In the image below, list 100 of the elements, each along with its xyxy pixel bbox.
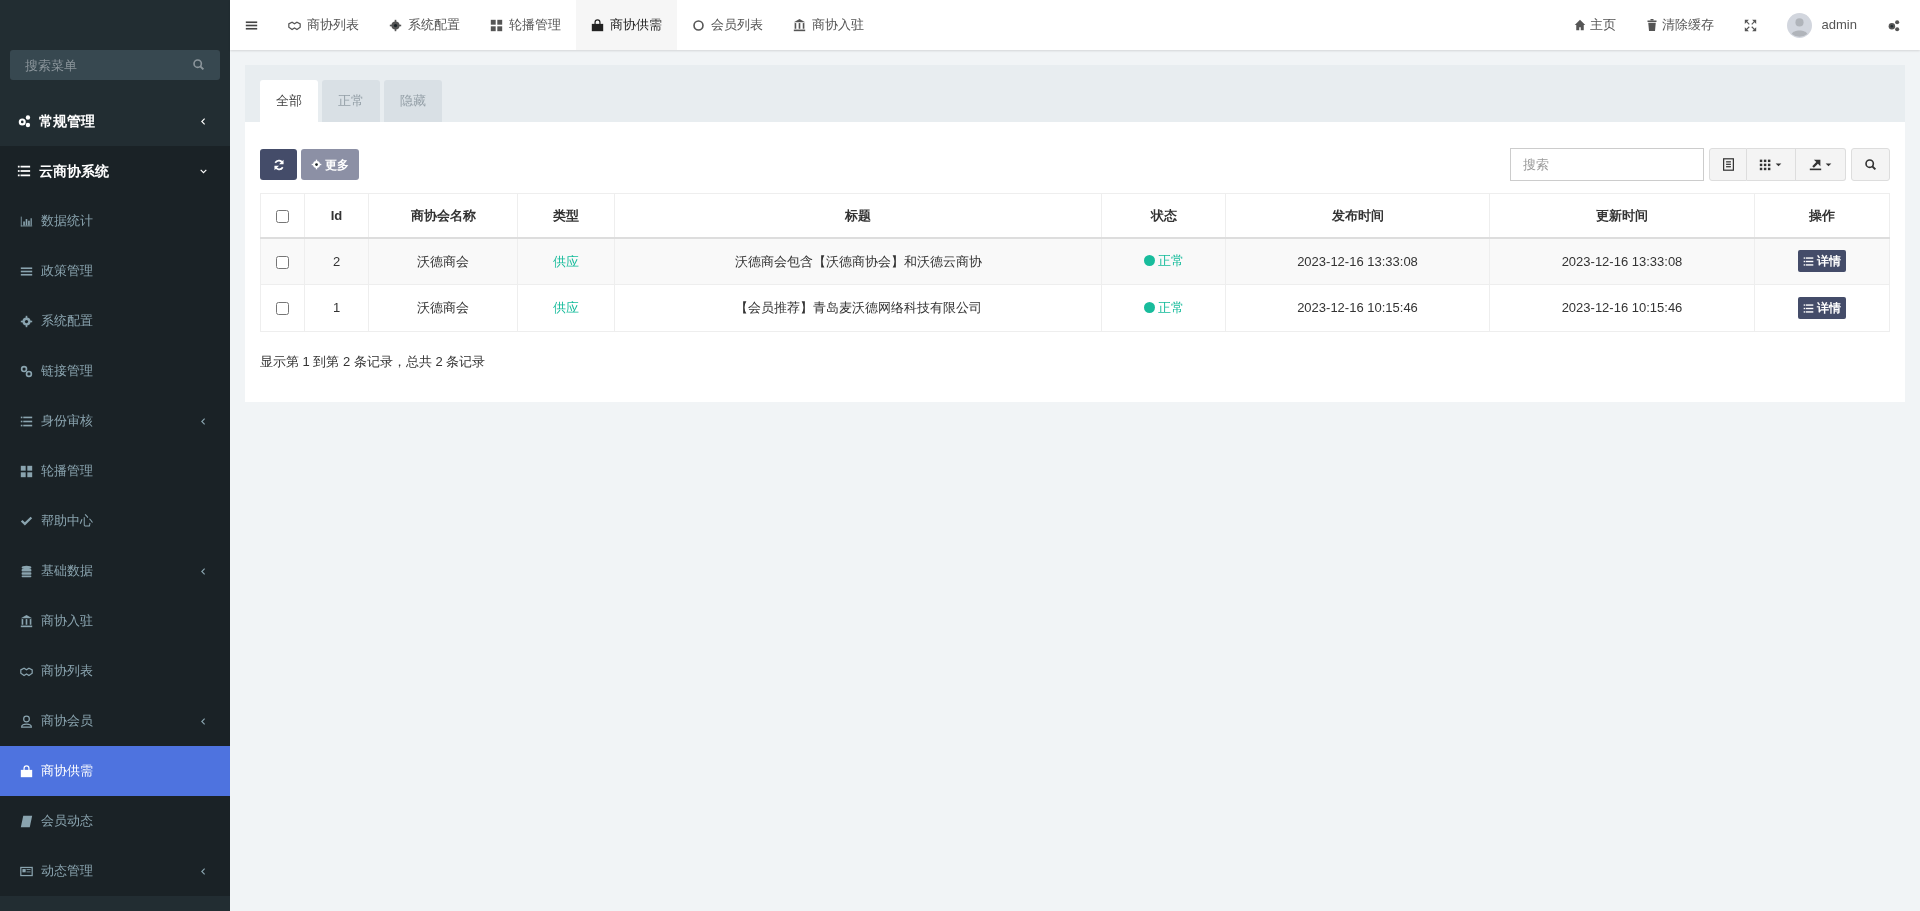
table-cell: 沃德商会 [417,253,469,269]
bank-icon [793,18,806,32]
table-cell: 2023-12-16 10:15:46 [1297,300,1418,316]
sidebar-item[interactable]: 会员动态 [0,796,230,846]
trash-icon [1645,19,1658,31]
list-icon [17,164,31,178]
table-cell: 1 [332,300,341,316]
nav-tab[interactable]: 商协入驻 [778,0,879,50]
grid-icon [490,18,503,32]
sidebar-item[interactable]: 常规管理 [0,96,230,146]
table-cell: 沃德商会包含【沃德商协会】和沃德云商协 [734,253,982,269]
list-icon [1803,302,1814,314]
home-icon [1573,19,1586,31]
column-header[interactable]: 类型 [553,207,579,223]
caret-down-icon [1823,160,1833,169]
sidebar-item[interactable]: 链接管理 [0,346,230,396]
clear-cache-link[interactable]: 清除缓存 [1630,0,1729,50]
sidebar-item[interactable]: 帮助中心 [0,496,230,546]
column-header[interactable]: 发布时间 [1331,207,1384,223]
sidebar-item[interactable]: 动态管理 [0,846,230,896]
table-cell: 2 [332,253,341,269]
detail-button[interactable]: 详情 [1798,250,1846,273]
table-cell: 【会员推荐】青岛麦沃德网络科技有限公司 [734,300,982,316]
chevron-left-icon [199,416,208,426]
sidebar-item[interactable]: 基础数据 [0,546,230,596]
card-view-button[interactable] [1709,148,1747,181]
column-header[interactable]: 更新时间 [1596,207,1648,223]
table-cell: 供应 [553,300,579,316]
column-header[interactable]: Id [330,207,343,223]
sidebar-item[interactable]: 云商协系统 [0,146,230,196]
nav-tab[interactable]: 会员列表 [677,0,778,50]
menu-icon [245,18,258,32]
gears-icon [17,114,31,128]
sidebar-item[interactable]: 系统配置 [0,296,230,346]
grid-icon [20,464,33,478]
nav-tab[interactable]: 商协列表 [273,0,374,50]
search-icon [1864,158,1877,171]
export-dropdown-button[interactable] [1796,148,1846,181]
search-field[interactable]: 搜索菜单 [10,50,220,80]
column-grid-icon [1759,158,1772,171]
link-icon [20,364,33,378]
filter-tab[interactable]: 全部 [260,80,318,122]
table-cell: 2023-12-16 13:33:08 [1297,253,1418,269]
status-label: 正常 [1143,250,1184,271]
columns-dropdown-button[interactable] [1747,148,1796,181]
pagination-info: 显示第 1 到第 2 条记录，总共 2 条记录 [260,353,487,371]
search-button[interactable] [1851,148,1890,181]
list-icon [20,414,33,428]
gears-icon [1887,18,1900,32]
row-checkbox[interactable] [276,255,289,269]
column-header[interactable]: 商协会名称 [410,207,476,223]
sidebar-item[interactable]: 商协入驻 [0,596,230,646]
search-field[interactable]: 搜索 [1510,148,1704,181]
chevron-left-icon [199,566,208,576]
sidebar-item[interactable]: 轮播管理 [0,446,230,496]
table-cell: 沃德商会 [417,300,469,316]
user-icon [20,714,33,728]
table-cell: 供应 [553,253,579,269]
sidebar-item[interactable]: 商协列表 [0,646,230,696]
home-link[interactable]: 主页 [1558,0,1631,50]
newspaper-icon [20,864,33,878]
refresh-icon [272,158,285,171]
bar-chart-icon [20,214,33,228]
status-label: 正常 [1143,297,1184,318]
list-icon [1803,255,1814,267]
settings-icon [20,314,33,328]
shopping-bag-icon [591,18,604,32]
column-header[interactable]: 状态 [1150,207,1177,223]
select-all-checkbox[interactable] [276,209,289,223]
settings-icon [389,18,402,32]
table-cell: 2023-12-16 13:33:08 [1561,253,1683,269]
detail-button[interactable]: 详情 [1798,297,1846,319]
bank-icon [20,614,33,628]
caret-down-icon [1774,160,1783,169]
refresh-button[interactable] [260,149,297,180]
shopping-bag-icon [20,764,33,778]
sidebar-item[interactable]: 数据统计 [0,196,230,246]
card-view-icon [1721,158,1735,171]
column-header[interactable]: 标题 [845,207,871,223]
column-header[interactable]: 操作 [1809,207,1835,223]
user-menu[interactable]: admin [1771,0,1872,50]
nav-tab[interactable]: 系统配置 [374,0,475,50]
sidebar-item[interactable]: 政策管理 [0,246,230,296]
chevron-left-icon [199,716,208,726]
fullscreen-icon [1743,18,1757,32]
chevron-left-icon [199,866,208,876]
row-checkbox[interactable] [276,302,289,316]
export-icon [1808,158,1822,171]
avatar-icon [1786,12,1812,38]
nav-tab[interactable]: 商协供需 [576,0,677,50]
table-cell: 2023-12-16 10:15:46 [1561,300,1683,316]
sidebar-item[interactable]: 身份审核 [0,396,230,446]
chevron-left-icon [199,116,208,126]
sidebar-item[interactable]: 商协供需 [0,746,230,796]
circle-icon [692,18,705,32]
nav-tab[interactable]: 轮播管理 [475,0,576,50]
menu-icon [20,264,33,278]
sidebar-item[interactable]: 商协会员 [0,696,230,746]
settings-icon [311,159,322,170]
check-icon [20,514,33,528]
